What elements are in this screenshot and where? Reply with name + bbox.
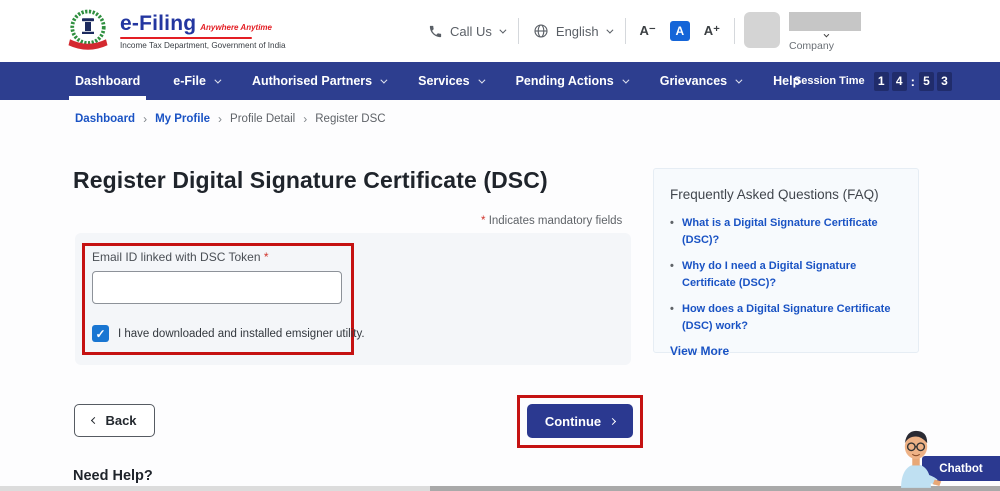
nav-item-label: Pending Actions — [516, 74, 614, 88]
session-time-label: Session Time — [794, 75, 865, 87]
page-title: Register Digital Signature Certificate (… — [73, 167, 548, 194]
chevron-down-icon — [824, 32, 830, 38]
mandatory-note-text: Indicates mandatory fields — [489, 215, 623, 227]
breadcrumb-item-dashboard[interactable]: Dashboard — [75, 113, 135, 125]
chevron-left-icon — [91, 417, 98, 424]
faq-item[interactable]: What is a Digital Signature Certificate … — [670, 215, 904, 248]
nav-item-label: Authorised Partners — [252, 74, 372, 88]
faq-list: What is a Digital Signature Certificate … — [670, 215, 904, 334]
session-time: Session Time 14:53 — [794, 62, 952, 100]
user-name-redacted — [789, 12, 861, 31]
language-label: English — [556, 24, 599, 39]
efiling-portal-page: e-Filing Anywhere Anytime Income Tax Dep… — [0, 0, 1000, 491]
nav-item-grievances[interactable]: Grievances — [660, 62, 740, 100]
breadcrumb-separator: › — [303, 112, 307, 126]
language-menu[interactable]: English — [533, 23, 611, 39]
user-menu[interactable]: Company — [744, 12, 861, 52]
nav-item-label: Grievances — [660, 74, 727, 88]
globe-icon — [533, 23, 549, 39]
session-digit: 3 — [937, 72, 952, 91]
divider — [734, 18, 735, 44]
brand-subtitle: Income Tax Department, Government of Ind… — [120, 41, 286, 50]
call-us-menu[interactable]: Call Us — [428, 24, 504, 39]
nav-item-label: Dashboard — [75, 74, 140, 88]
header: e-Filing Anywhere Anytime Income Tax Dep… — [0, 0, 1000, 62]
nav-item-dashboard[interactable]: Dashboard — [75, 62, 140, 100]
session-digit: 1 — [874, 72, 889, 91]
asterisk: * — [481, 215, 485, 227]
breadcrumb-item-register-dsc: Register DSC — [315, 113, 385, 125]
emsigner-check-row[interactable]: ✓ I have downloaded and installed emsign… — [92, 325, 365, 342]
divider — [625, 18, 626, 44]
nav-item-services[interactable]: Services — [418, 62, 482, 100]
font-decrease-button[interactable]: A⁻ — [640, 23, 656, 39]
chevron-down-icon — [214, 76, 221, 83]
continue-button[interactable]: Continue — [527, 404, 633, 438]
mandatory-note: * Indicates mandatory fields — [481, 215, 622, 227]
phone-icon — [428, 24, 443, 39]
session-colon: : — [911, 74, 915, 89]
faq-card: Frequently Asked Questions (FAQ) What is… — [653, 168, 919, 353]
nav-item-e-file[interactable]: e-File — [173, 62, 219, 100]
need-help-heading: Need Help? — [73, 468, 153, 484]
logo-text: e-Filing Anywhere Anytime Income Tax Dep… — [120, 12, 286, 50]
font-increase-button[interactable]: A⁺ — [704, 23, 720, 39]
nav-item-label: e-File — [173, 74, 206, 88]
logo-underline — [120, 37, 252, 39]
divider — [518, 18, 519, 44]
brand-name: e-Filing — [120, 12, 196, 36]
brand-tagline: Anywhere Anytime — [200, 23, 272, 32]
breadcrumb-item-my-profile[interactable]: My Profile — [155, 113, 210, 125]
continue-button-label: Continue — [545, 414, 601, 429]
chevron-right-icon — [609, 417, 616, 424]
faq-item[interactable]: Why do I need a Digital Signature Certif… — [670, 258, 904, 291]
user-meta: Company — [789, 12, 861, 52]
session-digit: 5 — [919, 72, 934, 91]
email-label-text: Email ID linked with DSC Token — [92, 250, 261, 264]
chevron-down-icon — [606, 26, 613, 33]
chevron-down-icon — [499, 26, 506, 33]
efiling-logo[interactable]: e-Filing Anywhere Anytime Income Tax Dep… — [64, 7, 286, 55]
breadcrumb-item-profile-detail: Profile Detail — [230, 113, 295, 125]
chevron-down-icon — [381, 76, 388, 83]
email-label: Email ID linked with DSC Token * — [92, 250, 269, 264]
breadcrumb-separator: › — [218, 112, 222, 126]
session-digit: 4 — [892, 72, 907, 91]
dsc-form-card: Email ID linked with DSC Token * ✓ I hav… — [75, 233, 631, 365]
email-input[interactable] — [92, 271, 342, 304]
user-role: Company — [789, 40, 861, 52]
faq-title: Frequently Asked Questions (FAQ) — [670, 187, 904, 202]
header-controls: Call Us English A⁻ A A⁺ ◑ — [428, 0, 761, 62]
main-nav: Dashboard e-File Authorised Partners Servic… — [0, 62, 1000, 100]
chevron-down-icon — [736, 76, 743, 83]
back-button-label: Back — [105, 413, 136, 428]
required-asterisk: * — [264, 250, 269, 264]
chevron-down-icon — [478, 76, 485, 83]
view-more-link[interactable]: View More — [670, 344, 904, 358]
nav-item-label: Services — [418, 74, 469, 88]
breadcrumb-separator: › — [143, 112, 147, 126]
horizontal-scrollbar[interactable] — [0, 486, 1000, 491]
nav-item-pending-actions[interactable]: Pending Actions — [516, 62, 627, 100]
national-emblem-icon — [64, 7, 112, 55]
check-icon: ✓ — [95, 328, 105, 340]
emsigner-checkbox-label: I have downloaded and installed emsigner… — [118, 328, 365, 340]
font-normal-button[interactable]: A — [670, 21, 690, 41]
session-timer: 14:53 — [874, 72, 952, 91]
nav-item-authorised-partners[interactable]: Authorised Partners — [252, 62, 385, 100]
avatar — [744, 12, 780, 48]
chevron-down-icon — [622, 76, 629, 83]
faq-item[interactable]: How does a Digital Signature Certificate… — [670, 301, 904, 334]
back-button[interactable]: Back — [74, 404, 155, 437]
emsigner-checkbox[interactable]: ✓ — [92, 325, 109, 342]
call-us-label: Call Us — [450, 24, 492, 39]
breadcrumb: Dashboard › My Profile › Profile Detail › Regi… — [75, 112, 386, 126]
chatbot-avatar-icon[interactable] — [888, 427, 944, 489]
